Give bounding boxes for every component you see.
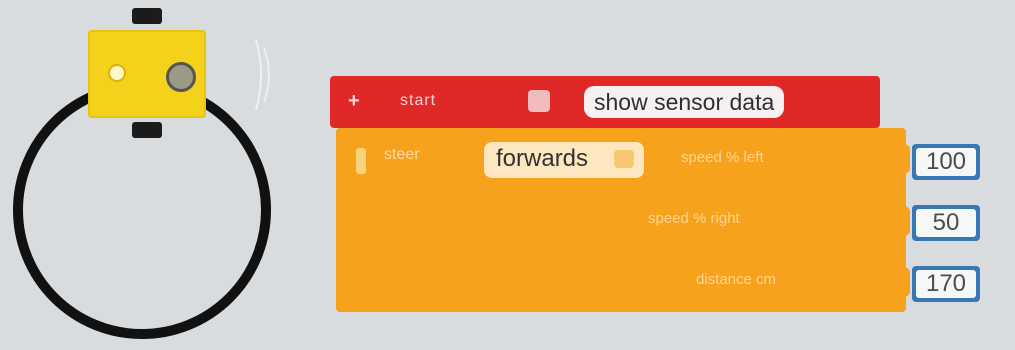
param-label-distance: distance cm xyxy=(696,271,777,288)
input-connector xyxy=(898,206,910,236)
motion-lines-icon xyxy=(255,39,270,111)
speed-right-value[interactable]: 50 xyxy=(916,209,976,237)
param-label-speed-left: speed % left xyxy=(681,149,764,166)
event-block-label: start xyxy=(400,92,437,109)
input-connector xyxy=(898,267,910,297)
routine-name-field[interactable]: show sensor data xyxy=(584,86,785,118)
drive-block-label: steer xyxy=(384,146,420,163)
blocks-workspace: + start show sensor data steer forwards … xyxy=(0,0,1015,350)
event-block[interactable]: + start show sensor data xyxy=(330,76,880,128)
robot-sensor-icon xyxy=(166,62,196,92)
direction-dropdown-value: forwards xyxy=(496,145,589,172)
speed-right-input[interactable]: 50 xyxy=(912,205,980,241)
drive-block[interactable]: steer forwards speed % left speed % righ… xyxy=(336,128,910,312)
robot-light-icon xyxy=(108,64,126,82)
robot-car[interactable] xyxy=(88,8,206,138)
chevron-down-icon[interactable] xyxy=(614,150,634,168)
robot-wheel-bottom xyxy=(132,122,162,138)
distance-value[interactable]: 170 xyxy=(916,270,976,298)
robot-track-area xyxy=(0,0,300,350)
plus-icon: + xyxy=(348,90,360,112)
distance-input[interactable]: 170 xyxy=(912,266,980,302)
speed-left-input[interactable]: 100 xyxy=(912,144,980,180)
direction-dropdown[interactable]: forwards xyxy=(484,142,644,178)
drag-handle-icon[interactable] xyxy=(356,148,366,174)
input-connector xyxy=(898,144,910,174)
gear-icon[interactable] xyxy=(528,90,550,112)
param-label-speed-right: speed % right xyxy=(648,210,740,227)
robot-wheel-top xyxy=(132,8,162,24)
speed-left-value[interactable]: 100 xyxy=(916,148,976,176)
